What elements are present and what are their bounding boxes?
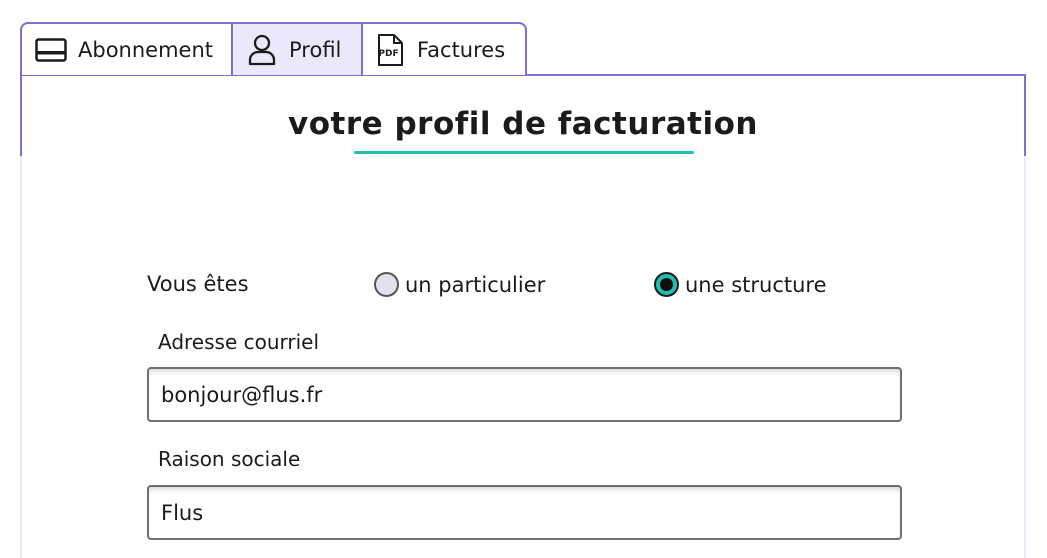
radio-button-icon[interactable] (374, 272, 399, 297)
tab-factures-label: Factures (417, 37, 506, 62)
radio-structure[interactable]: une structure (654, 272, 827, 297)
radio-structure-label[interactable]: une structure (685, 273, 827, 297)
email-field[interactable] (147, 367, 902, 422)
profile-panel: votre profil de facturation Vous êtes un… (20, 74, 1026, 558)
tab-abonnement-label: Abonnement (78, 37, 214, 62)
radio-particulier-label[interactable]: un particulier (405, 273, 545, 297)
company-name-label: Raison sociale (158, 447, 301, 471)
tab-bar: Abonnement Profil PDF Factures (20, 22, 527, 75)
email-label: Adresse courriel (158, 330, 320, 354)
user-icon (248, 34, 276, 66)
pdf-file-icon: PDF (375, 33, 405, 67)
tab-profil[interactable]: Profil (231, 22, 363, 75)
page-title: votre profil de facturation (288, 106, 758, 142)
radio-particulier[interactable]: un particulier (374, 272, 545, 297)
pdf-icon-text: PDF (378, 49, 398, 59)
radio-button-checked-icon[interactable] (654, 272, 679, 297)
company-name-field[interactable] (147, 485, 902, 540)
tab-abonnement[interactable]: Abonnement (20, 22, 233, 75)
card-icon (35, 37, 67, 62)
tab-factures[interactable]: PDF Factures (361, 22, 527, 75)
account-type-label: Vous êtes (147, 272, 249, 296)
tab-profil-label: Profil (289, 37, 342, 62)
title-underline (354, 151, 694, 154)
